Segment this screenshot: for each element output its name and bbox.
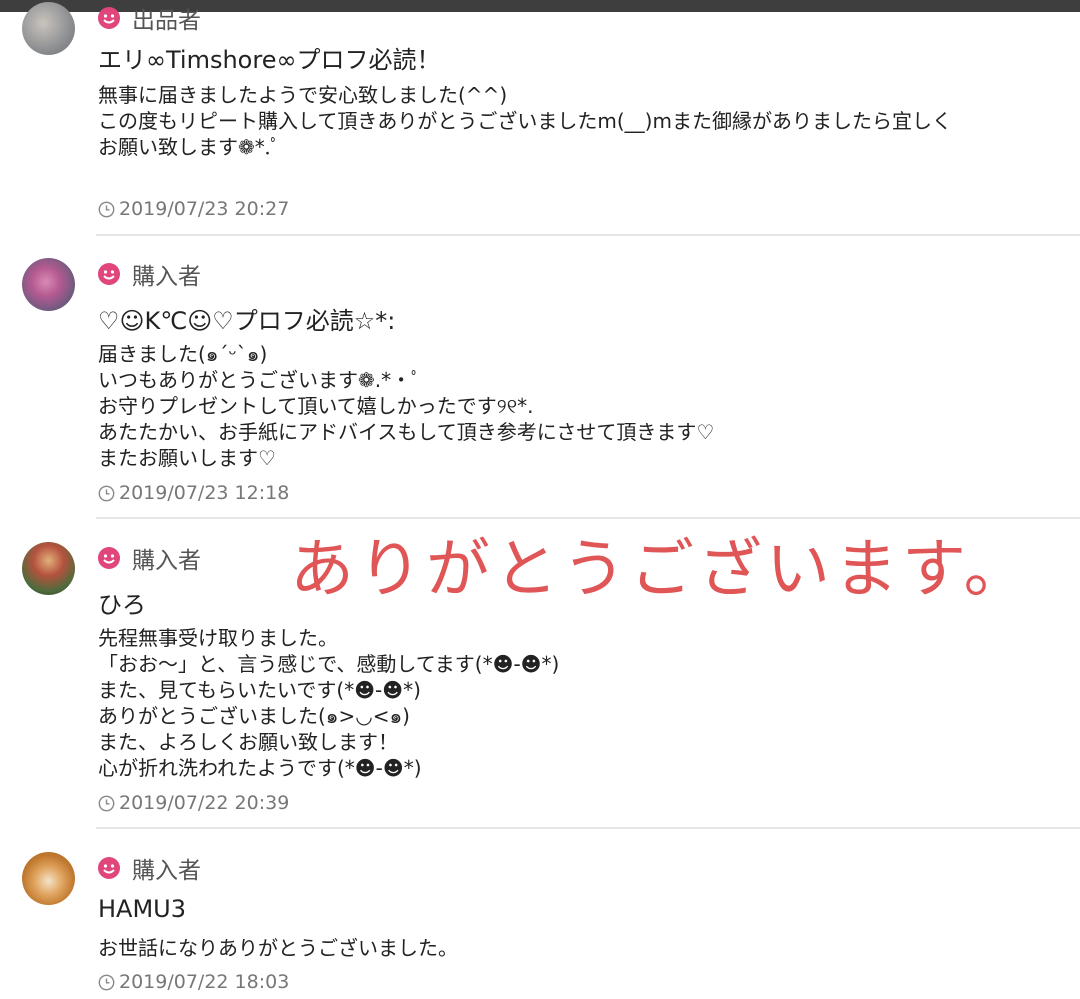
role-badge: 購入者 xyxy=(98,259,201,290)
message-line: ありがとうございました(๑>◡<๑) xyxy=(98,704,410,728)
avatar[interactable] xyxy=(22,258,75,311)
username[interactable]: HAMU3 xyxy=(98,895,186,923)
timestamp-text: 2019/07/22 20:39 xyxy=(119,792,290,814)
role-badge: 出品者 xyxy=(98,3,201,34)
thank-you-overlay: ありがとうございます。 xyxy=(290,533,1032,607)
message-line: 「おお〜」と、言う感じで、感動してます(*☻-☻*) xyxy=(98,652,560,676)
timestamp: 2019/07/22 18:03 xyxy=(98,971,289,993)
role-label: 購入者 xyxy=(132,548,201,574)
smiley-face-icon xyxy=(98,263,120,285)
timestamp-text: 2019/07/22 18:03 xyxy=(119,971,290,993)
review-message: 先程無事受け取りました。 「おお〜」と、言う感じで、感動してます(*☻-☻*) … xyxy=(98,625,559,781)
avatar[interactable] xyxy=(22,2,75,55)
message-line: お守りプレゼントして頂いて嬉しかったです୨୧*. xyxy=(98,394,534,418)
message-line: 届きました(๑ˊᵕˋ๑) xyxy=(98,342,268,366)
smiley-face-icon xyxy=(98,547,120,569)
timestamp: 2019/07/22 20:39 xyxy=(98,792,289,814)
role-badge: 購入者 xyxy=(98,853,201,884)
role-label: 購入者 xyxy=(132,264,201,290)
review-message: お世話になりありがとうございました。 xyxy=(98,935,458,961)
avatar[interactable] xyxy=(22,852,75,905)
clock-icon xyxy=(98,974,115,990)
avatar[interactable] xyxy=(22,542,75,595)
smiley-face-icon xyxy=(98,7,120,29)
message-line: 心が折れ洗われたようです(*☻-☻*) xyxy=(98,756,422,780)
role-label: 出品者 xyxy=(132,8,201,34)
review-message: 無事に届きましたようで安心致しました(^^) この度もリピート購入して頂きありが… xyxy=(98,82,952,160)
clock-icon xyxy=(98,485,115,501)
clock-icon xyxy=(98,201,115,217)
clock-icon xyxy=(98,795,115,811)
review-message: 届きました(๑ˊᵕˋ๑) いつもありがとうございます❁.*・ﾟ お守りプレゼント… xyxy=(98,341,714,471)
message-line: この度もリピート購入して頂きありがとうございましたm(__)mまた御縁がありまし… xyxy=(98,109,952,133)
timestamp-text: 2019/07/23 12:18 xyxy=(119,482,290,504)
message-line: お願い致します❁*.ﾟ xyxy=(98,135,281,159)
message-line: またお願いします♡ xyxy=(98,446,276,470)
message-line: 先程無事受け取りました。 xyxy=(98,626,338,650)
role-badge: 購入者 xyxy=(98,543,201,574)
timestamp: 2019/07/23 12:18 xyxy=(98,482,289,504)
message-line: お世話になりありがとうございました。 xyxy=(98,936,458,960)
message-line: また、よろしくお願い致します！ xyxy=(98,730,398,754)
divider xyxy=(96,234,1080,236)
message-line: 無事に届きましたようで安心致しました(^^) xyxy=(98,83,508,107)
message-line: あたたかい、お手紙にアドバイスもして頂き参考にさせて頂きます♡ xyxy=(98,420,715,444)
username[interactable]: エリ∞Timshore∞プロフ必読！ xyxy=(98,40,440,75)
role-label: 購入者 xyxy=(132,858,201,884)
timestamp: 2019/07/23 20:27 xyxy=(98,198,289,220)
username[interactable]: ♡☺K℃☺♡プロフ必読☆*: xyxy=(98,301,395,336)
divider xyxy=(96,827,1080,829)
message-line: また、見てもらいたいです(*☻-☻*) xyxy=(98,678,421,702)
smiley-face-icon xyxy=(98,857,120,879)
username[interactable]: ひろ xyxy=(98,585,146,620)
message-line: いつもありがとうございます❁.*・ﾟ xyxy=(98,368,422,392)
timestamp-text: 2019/07/23 20:27 xyxy=(119,198,290,220)
